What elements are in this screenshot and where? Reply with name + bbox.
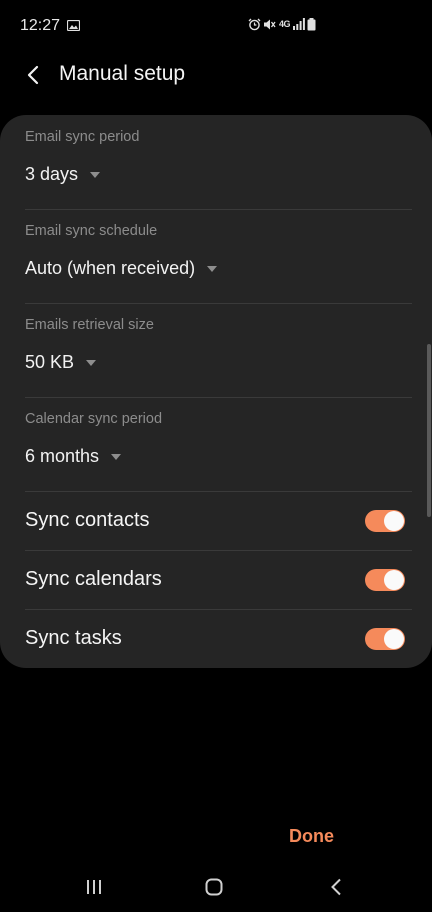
- back-button[interactable]: [20, 62, 46, 88]
- sync-contacts-switch[interactable]: [365, 510, 405, 532]
- emails-retrieval-size-dropdown[interactable]: 50 KB: [25, 352, 97, 373]
- app-bar: Manual setup: [0, 52, 432, 96]
- status-icons: 4G: [248, 16, 316, 32]
- sync-contacts-row[interactable]: Sync contacts: [25, 491, 412, 551]
- gallery-notification-icon: [66, 18, 81, 32]
- email-sync-period-dropdown[interactable]: 3 days: [25, 164, 101, 185]
- recent-apps-icon: [87, 880, 101, 894]
- toggle-label: Sync tasks: [25, 627, 122, 649]
- dropdown-arrow-icon: [90, 172, 101, 178]
- email-sync-period-setting[interactable]: Email sync period 3 days: [25, 115, 412, 210]
- calendar-sync-period-setting[interactable]: Calendar sync period 6 months: [25, 397, 412, 492]
- setting-label: Email sync schedule: [25, 223, 158, 239]
- recent-apps-button[interactable]: [81, 874, 107, 900]
- sync-calendars-row[interactable]: Sync calendars: [25, 550, 412, 610]
- home-button[interactable]: [201, 874, 227, 900]
- setting-label: Emails retrieval size: [25, 317, 154, 333]
- navigation-bar: [0, 862, 432, 912]
- setting-value: Auto (when received): [25, 258, 196, 278]
- battery-icon: [307, 17, 316, 31]
- switch-thumb: [384, 629, 404, 649]
- settings-card: Email sync period 3 days Email sync sche…: [0, 115, 432, 668]
- nav-back-icon: [331, 878, 341, 896]
- signal-icon: [293, 18, 305, 30]
- toggle-label: Sync calendars: [25, 568, 162, 590]
- dropdown-arrow-icon: [207, 266, 218, 272]
- mute-icon: [263, 18, 276, 31]
- dropdown-arrow-icon: [86, 360, 97, 366]
- email-sync-schedule-setting[interactable]: Email sync schedule Auto (when received): [25, 209, 412, 304]
- sync-calendars-switch[interactable]: [365, 569, 405, 591]
- toggle-label: Sync contacts: [25, 509, 150, 531]
- network-type-label: 4G: [278, 19, 291, 29]
- sync-tasks-switch[interactable]: [365, 628, 405, 650]
- switch-thumb: [384, 570, 404, 590]
- status-time: 12:27: [20, 17, 61, 34]
- setting-value: 50 KB: [25, 352, 75, 372]
- dropdown-arrow-icon: [111, 454, 122, 460]
- calendar-sync-period-dropdown[interactable]: 6 months: [25, 446, 122, 467]
- page-title: Manual setup: [59, 62, 186, 85]
- back-arrow-icon: [27, 65, 39, 85]
- home-icon: [205, 878, 223, 896]
- setting-label: Email sync period: [25, 129, 140, 145]
- setting-label: Calendar sync period: [25, 411, 163, 427]
- switch-thumb: [384, 511, 404, 531]
- setting-value: 6 months: [25, 446, 100, 466]
- status-bar: 12:27 4G: [0, 0, 432, 52]
- nav-back-button[interactable]: [323, 874, 349, 900]
- alarm-icon: [248, 18, 261, 31]
- scrollbar[interactable]: [427, 344, 431, 517]
- sync-tasks-row[interactable]: Sync tasks: [25, 609, 412, 668]
- email-sync-schedule-dropdown[interactable]: Auto (when received): [25, 258, 218, 279]
- done-button[interactable]: Done: [289, 826, 334, 847]
- setting-value: 3 days: [25, 164, 79, 184]
- emails-retrieval-size-setting[interactable]: Emails retrieval size 50 KB: [25, 303, 412, 398]
